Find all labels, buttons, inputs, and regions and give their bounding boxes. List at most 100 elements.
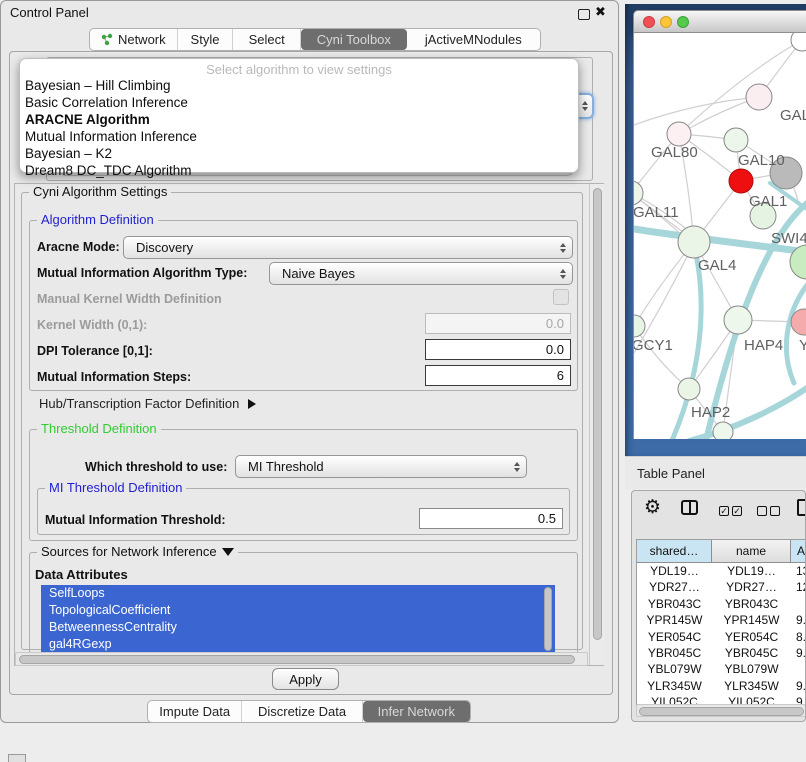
cyni-settings-group-title: Cyni Algorithm Settings xyxy=(29,184,171,199)
hub-definition-section[interactable]: Hub/Transcription Factor Definition xyxy=(39,396,256,411)
tab-network[interactable]: Network xyxy=(90,29,178,50)
horizontal-scrollbar-thumb[interactable] xyxy=(19,655,575,664)
apply-button[interactable]: Apply xyxy=(272,668,339,690)
mi-algorithm-type-combobox[interactable]: Naive Bayes xyxy=(269,262,573,285)
combo-stepper-icon xyxy=(514,462,520,472)
node-label-gcy1: GCY1 xyxy=(634,337,673,354)
tab-jactivemnodules[interactable]: jActiveMNodules xyxy=(407,29,540,50)
mi-algorithm-type-label: Mutual Information Algorithm Type: xyxy=(37,266,247,280)
tab-discretize-data[interactable]: Discretize Data xyxy=(242,701,362,722)
node-hap2[interactable] xyxy=(678,378,700,400)
table-panel-header: Table Panel xyxy=(625,456,806,489)
which-threshold-combobox[interactable]: MI Threshold xyxy=(235,455,527,478)
column-header-name[interactable]: name xyxy=(712,540,791,563)
table-row[interactable]: YLR345W YLR345W 9. xyxy=(637,678,806,694)
zoom-traffic-light-icon[interactable] xyxy=(677,16,689,28)
settings-horizontal-scrollbar[interactable] xyxy=(15,652,588,666)
tab-infer-network[interactable]: Infer Network xyxy=(363,701,470,722)
list-item-gal4rgexp[interactable]: gal4RGexp xyxy=(41,636,555,653)
popup-item-bayesian-hill[interactable]: Bayesian – Hill Climbing xyxy=(25,78,171,93)
list-item-betweennesscentrality[interactable]: BetweennessCentrality xyxy=(41,619,555,636)
settings-vertical-scrollbar[interactable] xyxy=(589,184,604,665)
node-label-hap4: HAP4 xyxy=(744,337,783,354)
popup-item-dream8[interactable]: Dream8 DC_TDC Algorithm xyxy=(25,163,192,178)
manual-kernel-width-checkbox[interactable] xyxy=(553,289,569,305)
bottom-tabbar: Impute Data Discretize Data Infer Networ… xyxy=(147,700,471,723)
column-header-clipped[interactable]: A xyxy=(791,540,806,563)
data-attributes-label: Data Attributes xyxy=(35,567,128,582)
control-panel-tabbar: Network Style Select Cyni Toolbox jActiv… xyxy=(89,28,541,51)
document-icon[interactable] xyxy=(797,499,806,516)
network-window-titlebar[interactable] xyxy=(633,10,806,33)
highlighted-edges xyxy=(634,183,806,439)
node-unlabeled-top[interactable] xyxy=(791,33,806,51)
node-gal4[interactable] xyxy=(678,226,710,258)
threshold-definition-title: Threshold Definition xyxy=(37,421,161,436)
tab-select[interactable]: Select xyxy=(233,29,301,50)
aracne-mode-combobox[interactable]: Discovery xyxy=(123,236,573,259)
checked-pair-icon[interactable]: ✓✓ xyxy=(719,502,742,520)
node-label-gal1: GAL1 xyxy=(749,193,787,210)
popup-item-mutual-information[interactable]: Mutual Information Inference xyxy=(25,129,197,144)
node-label-gal4: GAL4 xyxy=(698,257,736,274)
node-label-gal: GAL xyxy=(780,107,806,124)
mi-threshold-definition-title: MI Threshold Definition xyxy=(45,480,186,495)
node-attribute-table: shared… name A YDL19… YDL19… 13 YDR27… Y… xyxy=(636,539,806,715)
table-row[interactable]: YER054C YER054C 8. xyxy=(637,629,806,645)
list-item-topologicalcoefficient[interactable]: TopologicalCoefficient xyxy=(41,602,555,619)
table-row[interactable]: YDL19… YDL19… 13 xyxy=(637,563,806,579)
table-row[interactable]: YBR043C YBR043C xyxy=(637,596,806,612)
table-row[interactable]: YPR145W YPR145W 9. xyxy=(637,612,806,628)
node-gal10[interactable] xyxy=(724,128,748,152)
node-label-gal10: GAL10 xyxy=(738,152,785,169)
node-gal80[interactable] xyxy=(667,122,691,146)
data-attributes-list: SelfLoops TopologicalCoefficient Between… xyxy=(41,585,555,656)
vertical-scrollbar-thumb[interactable] xyxy=(593,188,602,640)
combo-stepper-icon xyxy=(560,243,566,253)
node-label-gal80: GAL80 xyxy=(651,144,698,161)
unchecked-pair-icon[interactable] xyxy=(757,502,780,520)
popup-item-aracne[interactable]: ARACNE Algorithm xyxy=(25,112,150,127)
node-label-y: Y xyxy=(799,337,806,354)
table-horizontal-scrollbar[interactable] xyxy=(636,704,806,717)
mi-threshold-label: Mutual Information Threshold: xyxy=(45,513,226,527)
popup-item-basic-correlation[interactable]: Basic Correlation Inference xyxy=(25,95,188,110)
node-gcy1[interactable] xyxy=(634,315,645,337)
dpi-tolerance-field[interactable]: 0.0 xyxy=(425,339,571,360)
close-traffic-light-icon[interactable] xyxy=(643,16,655,28)
kernel-width-field[interactable]: 0.0 xyxy=(425,313,571,334)
tab-cyni-toolbox[interactable]: Cyni Toolbox xyxy=(301,29,407,50)
application-root: Control Panel ✖ Network Style Select Cyn… xyxy=(0,0,806,762)
column-header-shared[interactable]: shared… xyxy=(637,540,712,563)
network-graph[interactable]: GAL GAL80 GAL10 GAL1 GAL11 SWI4 GAL4 GCY… xyxy=(634,33,806,439)
node-unlabeled-bottom[interactable] xyxy=(713,422,733,439)
collapsed-panel-button[interactable] xyxy=(8,754,26,762)
gear-icon[interactable]: ⚙ xyxy=(644,496,661,519)
expand-right-icon xyxy=(248,399,256,409)
sources-group-title[interactable]: Sources for Network Inference xyxy=(37,544,238,559)
network-view-canvas[interactable]: GAL GAL80 GAL10 GAL1 GAL11 SWI4 GAL4 GCY… xyxy=(633,33,806,439)
split-columns-icon[interactable] xyxy=(681,500,698,515)
table-row[interactable]: YBR045C YBR045C 9. xyxy=(637,645,806,661)
close-icon[interactable]: ✖ xyxy=(595,4,606,20)
table-row[interactable]: YDR27… YDR27… 12 xyxy=(637,579,806,595)
combo-stepper-icon xyxy=(560,269,566,279)
kernel-width-label: Kernel Width (0,1): xyxy=(37,318,147,332)
node-gal-clipped[interactable] xyxy=(746,84,772,110)
popup-item-bayesian-k2[interactable]: Bayesian – K2 xyxy=(25,146,112,161)
table-scrollbar-thumb[interactable] xyxy=(639,707,804,716)
minimize-traffic-light-icon[interactable] xyxy=(660,16,672,28)
collapse-down-icon xyxy=(222,548,234,556)
node-label-gal11: GAL11 xyxy=(634,204,679,221)
mi-steps-label: Mutual Information Steps: xyxy=(37,370,191,384)
list-scrollbar-thumb[interactable] xyxy=(544,587,552,651)
mi-threshold-field[interactable]: 0.5 xyxy=(419,508,563,529)
mi-steps-field[interactable]: 6 xyxy=(425,365,571,386)
float-window-icon[interactable] xyxy=(578,9,590,20)
tab-style[interactable]: Style xyxy=(178,29,234,50)
list-item-selfloops[interactable]: SelfLoops xyxy=(41,585,555,602)
tab-impute-data[interactable]: Impute Data xyxy=(148,701,242,722)
node-hap4[interactable] xyxy=(724,306,752,334)
node-gal1-red[interactable] xyxy=(729,169,753,193)
table-row[interactable]: YBL079W YBL079W xyxy=(637,661,806,677)
